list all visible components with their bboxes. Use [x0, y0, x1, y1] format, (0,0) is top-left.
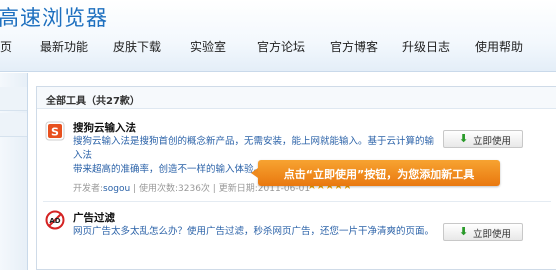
sogou-input-icon: S: [45, 121, 65, 141]
nav-item-help[interactable]: 使用帮助: [475, 38, 523, 55]
divider: [43, 201, 551, 202]
brand-title: 高速浏览器: [0, 6, 108, 30]
sidebar: [0, 73, 28, 270]
sidebar-item[interactable]: [0, 87, 27, 111]
nav-item-blog[interactable]: 官方博客: [330, 38, 378, 55]
developer-name: sogou: [103, 184, 131, 194]
nav-item-skins[interactable]: 皮肤下载: [113, 38, 161, 55]
header: 高速浏览器 页 最新功能 皮肤下载 实验室 官方论坛 官方博客 升级日志 使用帮…: [0, 0, 556, 72]
nav-item-lab[interactable]: 实验室: [190, 38, 226, 55]
tip-callout: 点击“立即使用”按钮，为您添加新工具: [251, 160, 500, 186]
use-now-button[interactable]: ⬇ 立即使用: [443, 130, 523, 148]
usage-count: 3236次: [178, 184, 210, 194]
tool-item: S 搜狗云输入法 搜狗云输入法是搜狗首创的概念新产品，无需安装，能上网就能输入。…: [37, 113, 556, 199]
tool-description-line: 网页广告太多太乱怎么办？使用广告过滤，秒杀网页广告，还您一片干净清爽的页面。: [73, 226, 435, 237]
ad-block-icon: AD: [45, 210, 65, 230]
tool-description-line: 搜狗云输入法是搜狗首创的概念新产品，无需安装，能上网就能输入。基于云计算的输入法: [73, 136, 435, 161]
sidebar-item[interactable]: [0, 113, 27, 137]
top-nav: 页 最新功能 皮肤下载 实验室 官方论坛 官方博客 升级日志 使用帮助: [0, 38, 556, 60]
tip-callout-text: 点击“立即使用”按钮，为您添加新工具: [283, 168, 475, 181]
use-now-button[interactable]: ⬇ 立即使用: [443, 223, 523, 241]
tool-name[interactable]: 搜狗云输入法: [73, 120, 136, 135]
nav-item-changelog[interactable]: 升级日志: [402, 38, 450, 55]
panel-header: 全部工具（共27款）: [37, 87, 556, 109]
download-arrow-icon: ⬇: [459, 132, 469, 145]
nav-item-forum[interactable]: 官方论坛: [257, 38, 305, 55]
svg-text:AD: AD: [49, 217, 60, 225]
download-arrow-icon: ⬇: [459, 225, 469, 238]
tool-item: AD 广告过滤 网页广告太多太乱怎么办？使用广告过滤，秒杀网页广告，还您一片干净…: [37, 205, 556, 265]
tool-name[interactable]: 广告过滤: [73, 210, 115, 225]
tool-description: 网页广告太多太乱怎么办？使用广告过滤，秒杀网页广告，还您一片干净清爽的页面。: [73, 225, 443, 239]
nav-item-home[interactable]: 页: [0, 38, 12, 55]
panel-title: 全部工具（共27款）: [46, 96, 140, 107]
nav-item-new-features[interactable]: 最新功能: [40, 38, 88, 55]
svg-text:S: S: [51, 126, 59, 139]
